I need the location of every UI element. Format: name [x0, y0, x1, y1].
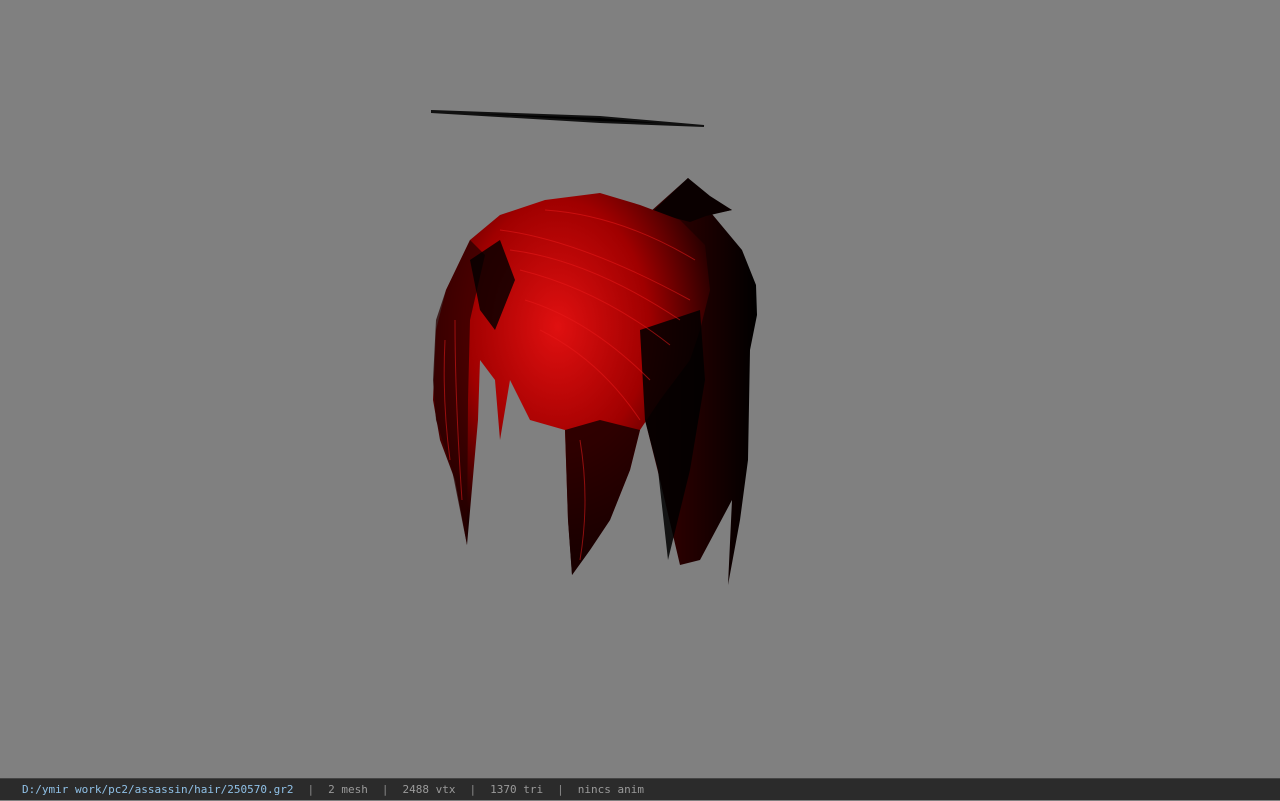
hair-model-render	[431, 109, 757, 585]
separator: |	[307, 782, 315, 796]
hair-lower-strands	[565, 420, 640, 575]
separator: |	[381, 782, 389, 796]
3d-viewport[interactable]	[0, 0, 1280, 778]
separator: |	[469, 782, 477, 796]
animation-status: nincs anim	[577, 782, 644, 796]
vertex-count: 2488 vtx	[402, 782, 456, 796]
triangle-count: 1370 tri	[490, 782, 544, 796]
thin-mesh-strip	[431, 109, 705, 127]
mesh-count: 2 mesh	[328, 782, 368, 796]
separator: |	[557, 782, 564, 796]
file-path-label: D:/ymir work/pc2/assassin/hair/250570.gr…	[22, 782, 294, 796]
status-bar: D:/ymir work/pc2/assassin/hair/250570.gr…	[0, 778, 1280, 800]
